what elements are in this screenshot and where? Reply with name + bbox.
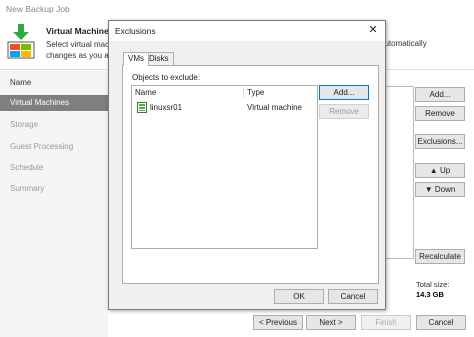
step-virtual-machines[interactable]: Virtual Machines	[0, 95, 108, 111]
down-button[interactable]: ▼ Down	[415, 182, 465, 197]
dialog-cancel-button[interactable]: Cancel	[328, 289, 378, 304]
next-button[interactable]: Next >	[306, 315, 356, 330]
step-schedule[interactable]: Schedule	[0, 160, 108, 176]
recalculate-button[interactable]: Recalculate	[415, 249, 465, 264]
dialog-title: Exclusions	[115, 26, 156, 36]
total-size: Total size: 14.3 GB	[416, 280, 449, 300]
virtual-machines-icon	[6, 24, 36, 60]
add-vm-button[interactable]: Add...	[415, 87, 465, 102]
column-type[interactable]: Type	[247, 88, 264, 97]
dialog-remove-button[interactable]: Remove	[319, 104, 369, 119]
dialog-add-button[interactable]: Add...	[319, 85, 369, 100]
wizard-steps: Name Virtual Machines Storage Guest Proc…	[0, 71, 108, 337]
up-label: Up	[439, 166, 451, 175]
row-name: linuxsr01	[150, 103, 183, 112]
exclusions-button[interactable]: Exclusions...	[415, 134, 465, 149]
window-title: New Backup Job	[0, 0, 474, 18]
exclusions-list[interactable]: Name Type linuxsr01 Virtual machine	[131, 85, 318, 249]
tab-vms[interactable]: VMs	[123, 52, 149, 66]
objects-to-exclude-label: Objects to exclude:	[132, 73, 201, 82]
ok-button[interactable]: OK	[274, 289, 324, 304]
arrow-down-icon: ▼	[424, 185, 433, 194]
arrow-up-icon: ▲	[429, 166, 438, 175]
down-label: Down	[434, 185, 456, 194]
page-title: Virtual Machines	[46, 26, 114, 36]
column-name[interactable]: Name	[135, 88, 156, 97]
total-size-value: 14.3 GB	[416, 290, 444, 299]
page-description-line2: changes as you ad	[46, 51, 114, 60]
previous-button[interactable]: < Previous	[253, 315, 303, 330]
page-description: Select virtual mach changes as you ad	[46, 39, 116, 61]
step-name[interactable]: Name	[0, 75, 108, 91]
step-storage[interactable]: Storage	[0, 117, 108, 133]
cancel-button[interactable]: Cancel	[416, 315, 466, 330]
page-description-tail: automatically	[380, 39, 427, 48]
close-icon[interactable]: ✕	[366, 23, 380, 37]
remove-vm-button[interactable]: Remove	[415, 106, 465, 121]
total-size-label: Total size:	[416, 280, 450, 289]
vm-icon	[137, 102, 147, 115]
table-row[interactable]: linuxsr01 Virtual machine	[133, 102, 317, 115]
column-divider	[243, 87, 244, 98]
up-button[interactable]: ▲ Up	[415, 163, 465, 178]
step-summary[interactable]: Summary	[0, 181, 108, 197]
finish-button[interactable]: Finish	[361, 315, 411, 330]
dialog-title-bar: Exclusions	[109, 21, 385, 41]
page-description-line1: Select virtual mach	[46, 40, 114, 49]
step-guest-processing[interactable]: Guest Processing	[0, 139, 108, 155]
exclusions-dialog: Exclusions ✕ VMs Disks Objects to exclud…	[108, 20, 386, 310]
row-type: Virtual machine	[247, 103, 302, 112]
vms-tab-panel: Objects to exclude: Name Type linuxsr01 …	[122, 65, 379, 284]
